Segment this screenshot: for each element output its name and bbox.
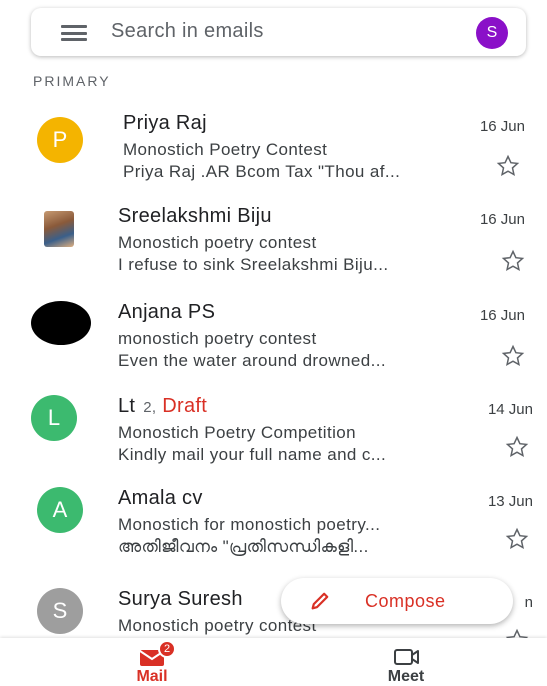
email-date: 14 Jun (487, 401, 533, 418)
email-snippet: I refuse to sink Sreelakshmi Biju... (118, 255, 389, 274)
email-date: 16 Jun (479, 307, 525, 324)
sender-name-text: Lt (118, 395, 136, 417)
email-subject: Monostich for monostich poetry... (118, 515, 381, 534)
compose-label: Compose (365, 591, 446, 611)
email-row[interactable]: Sreelakshmi Biju 16 Jun Monostich poetry… (0, 205, 547, 295)
sender-name: Priya Raj (123, 112, 207, 134)
video-camera-icon (394, 649, 419, 665)
sender-avatar-photo[interactable] (44, 211, 74, 247)
pencil-icon (311, 592, 329, 610)
sender-avatar[interactable]: A (37, 487, 83, 533)
nav-meet-label: Meet (387, 668, 425, 685)
sender-name: Sreelakshmi Biju (118, 205, 272, 227)
email-date: 16 Jun (479, 211, 525, 228)
star-icon[interactable] (505, 435, 529, 459)
thread-count: 2, (143, 399, 157, 416)
email-snippet: അതിജീവനം "പ്രതിസന്ധികളി... (118, 537, 369, 556)
email-subject: Monostich Poetry Competition (118, 423, 356, 442)
sender-name: Amala cv (118, 487, 203, 509)
email-snippet: Priya Raj .AR Bcom Tax "Thou af... (123, 162, 401, 181)
star-icon[interactable] (501, 249, 525, 273)
star-icon[interactable] (501, 344, 525, 368)
email-snippet: Kindly mail your full name and c... (118, 445, 387, 464)
sender-name: Surya Suresh (118, 588, 243, 610)
nav-meet[interactable]: Meet (356, 640, 456, 686)
email-subject: monostich poetry contest (118, 329, 317, 348)
email-subject: Monostich poetry contest (118, 616, 317, 635)
email-row[interactable]: A Amala cv 13 Jun Monostich for monostic… (0, 487, 547, 577)
email-subject: Monostich poetry contest (118, 233, 317, 252)
sender-name: Lt 2, Draft (118, 395, 207, 418)
star-icon[interactable] (505, 527, 529, 551)
sender-avatar[interactable]: S (37, 588, 83, 634)
section-label: PRIMARY (33, 73, 111, 89)
compose-button[interactable]: Compose (281, 578, 513, 624)
email-subject: Monostich Poetry Contest (123, 140, 328, 159)
menu-icon[interactable] (61, 25, 87, 41)
sender-avatar[interactable]: P (37, 117, 83, 163)
nav-mail-label: Mail (136, 668, 168, 685)
sender-avatar[interactable] (31, 301, 91, 345)
nav-mail[interactable]: 2 Mail (102, 640, 202, 686)
email-row[interactable]: P Priya Raj 16 Jun Monostich Poetry Cont… (0, 112, 547, 202)
bottom-nav: 2 Mail Meet (0, 638, 547, 686)
sender-avatar[interactable]: L (31, 395, 77, 441)
email-snippet: Even the water around drowned... (118, 351, 386, 370)
email-date: 16 Jun (479, 118, 525, 135)
search-bar[interactable]: Search in emails S (31, 8, 526, 56)
sender-name: Anjana PS (118, 301, 216, 323)
star-icon[interactable] (505, 628, 529, 638)
email-row[interactable]: Anjana PS 16 Jun monostich poetry contes… (0, 301, 547, 391)
unread-badge: 2 (158, 640, 176, 658)
email-date: n (524, 594, 533, 611)
star-icon[interactable] (496, 154, 520, 178)
search-input[interactable]: Search in emails (111, 20, 264, 43)
draft-label: Draft (162, 395, 208, 417)
email-date: 13 Jun (487, 493, 533, 510)
email-row[interactable]: L Lt 2, Draft 14 Jun Monostich Poetry Com… (0, 395, 547, 485)
account-avatar[interactable]: S (476, 17, 508, 49)
